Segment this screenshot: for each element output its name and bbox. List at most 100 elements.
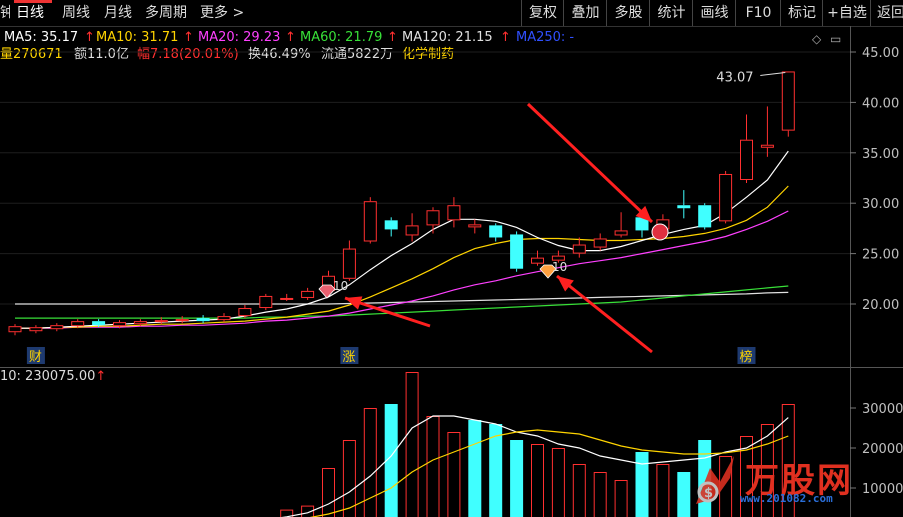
candle-body xyxy=(217,316,231,321)
candle-body xyxy=(614,230,628,236)
annotation-arrow xyxy=(526,102,654,224)
tab-daily[interactable]: 日线 xyxy=(16,3,44,23)
ma10-label: MA10: 31.71 xyxy=(96,30,179,45)
turnover-info: 换46.49% xyxy=(248,47,311,62)
svg-text:$: $ xyxy=(704,486,713,501)
candle-body xyxy=(551,255,565,261)
volume-bar xyxy=(322,468,335,517)
ma120-up-arrow: ↑ xyxy=(500,30,511,45)
candle-body xyxy=(468,224,482,228)
candle-body xyxy=(510,234,524,269)
candle-body xyxy=(719,173,733,222)
draw-line-button[interactable]: 画线 xyxy=(692,0,736,26)
candle-body xyxy=(322,275,335,291)
ma20-label: MA20: 29.23 xyxy=(198,30,281,45)
candle-body xyxy=(50,325,64,330)
statistics-button[interactable]: 统计 xyxy=(649,0,693,26)
volume-bar xyxy=(342,440,356,517)
ma60-up-arrow: ↑ xyxy=(387,30,398,45)
event-badge-label: 财 xyxy=(29,350,42,365)
candle-body xyxy=(656,219,670,230)
volume-bar xyxy=(426,416,440,517)
ma120-label: MA120: 21.15 xyxy=(402,30,493,45)
ma5-line xyxy=(15,150,789,329)
candle-body xyxy=(405,225,419,236)
annotation-arrow-head xyxy=(557,276,574,292)
annotation-arrow xyxy=(556,274,653,354)
candle-body xyxy=(384,220,398,230)
signal-gem-label: 10 xyxy=(333,279,348,293)
candle-body xyxy=(426,210,440,226)
candle-body xyxy=(677,205,691,209)
candle-body xyxy=(593,238,607,248)
ma60-line xyxy=(15,285,789,319)
volume-bar xyxy=(593,472,607,517)
volume-tick-label: 30000 xyxy=(862,402,903,417)
candle-body xyxy=(572,244,586,254)
back-button[interactable]: 返回 xyxy=(870,0,903,26)
price-tick-label: 20.00 xyxy=(862,298,899,313)
tab-weekly[interactable]: 周线 xyxy=(62,3,90,23)
candle-body xyxy=(447,205,461,221)
tab-multi-period[interactable]: 多周期 xyxy=(145,3,187,23)
price-tick-label: 45.00 xyxy=(862,46,899,61)
window-icon[interactable]: ▭ xyxy=(830,32,841,46)
volume-bar xyxy=(614,480,628,517)
candle-body xyxy=(175,319,189,322)
event-badge xyxy=(26,347,45,364)
volume-bar xyxy=(677,472,691,517)
ma20-up-arrow: ↑ xyxy=(285,30,296,45)
price-tick-label: 25.00 xyxy=(862,248,899,263)
volume-bar xyxy=(363,408,377,517)
add-watchlist-button[interactable]: +自选 xyxy=(822,0,871,26)
candle-body xyxy=(29,327,43,332)
volume-bar xyxy=(531,444,544,517)
overlay-button[interactable]: 叠加 xyxy=(563,0,607,26)
ma10-line xyxy=(15,185,789,329)
candle-body xyxy=(133,321,147,325)
signal-ball-icon xyxy=(651,223,669,241)
price-tick-label: 40.00 xyxy=(862,96,899,111)
candle-body xyxy=(196,318,210,322)
f10-button[interactable]: F10 xyxy=(735,0,781,26)
industry-info: 化学制药 xyxy=(402,47,455,62)
volume-ma5-line xyxy=(281,415,789,517)
volume-ma-legend: 10: 230075.00↑ xyxy=(0,369,106,385)
volume-bar xyxy=(489,424,503,517)
mark-button[interactable]: 标记 xyxy=(780,0,823,26)
kline-chart[interactable]: 45.0040.0035.0030.0025.0020.003000020000… xyxy=(0,0,903,517)
ma20-line xyxy=(15,210,789,329)
multi-stock-button[interactable]: 多股 xyxy=(606,0,650,26)
candle-body xyxy=(531,257,544,264)
event-badge xyxy=(340,347,359,364)
candle-body xyxy=(489,225,503,238)
candle-body xyxy=(363,201,377,242)
volume-bar xyxy=(468,420,482,517)
high-price-pointer xyxy=(760,71,786,76)
diamond-icon[interactable]: ◇ xyxy=(812,32,821,46)
volume-ma10-label: 10: 230075.00 xyxy=(0,369,96,384)
candle-body xyxy=(259,295,273,309)
signal-gem-icon xyxy=(539,264,557,279)
candle-body xyxy=(238,308,252,317)
candle-body xyxy=(740,139,753,181)
tab-more[interactable]: 更多 > xyxy=(200,3,244,23)
volume-bar xyxy=(551,448,565,517)
tab-monthly[interactable]: 月线 xyxy=(104,3,132,23)
volume-ma10-line xyxy=(309,429,789,517)
volume-bar xyxy=(384,404,398,517)
candle-body xyxy=(113,322,126,327)
candle-body xyxy=(92,321,106,326)
candle-body xyxy=(154,320,168,323)
price-tick-label: 35.00 xyxy=(862,147,899,162)
ma120-line xyxy=(15,291,789,305)
volume-bar xyxy=(301,505,315,517)
signal-gem-label: 10 xyxy=(552,260,567,274)
event-badge-label: 榜 xyxy=(740,349,753,365)
ma60-label: MA60: 21.79 xyxy=(300,30,383,45)
tab-minute-cut[interactable]: 钟 xyxy=(0,3,10,23)
watermark-url: www.201082.com xyxy=(740,492,833,505)
restore-rights-button[interactable]: 复权 xyxy=(521,0,564,26)
candle-body xyxy=(760,144,774,148)
candle-body xyxy=(280,297,294,300)
